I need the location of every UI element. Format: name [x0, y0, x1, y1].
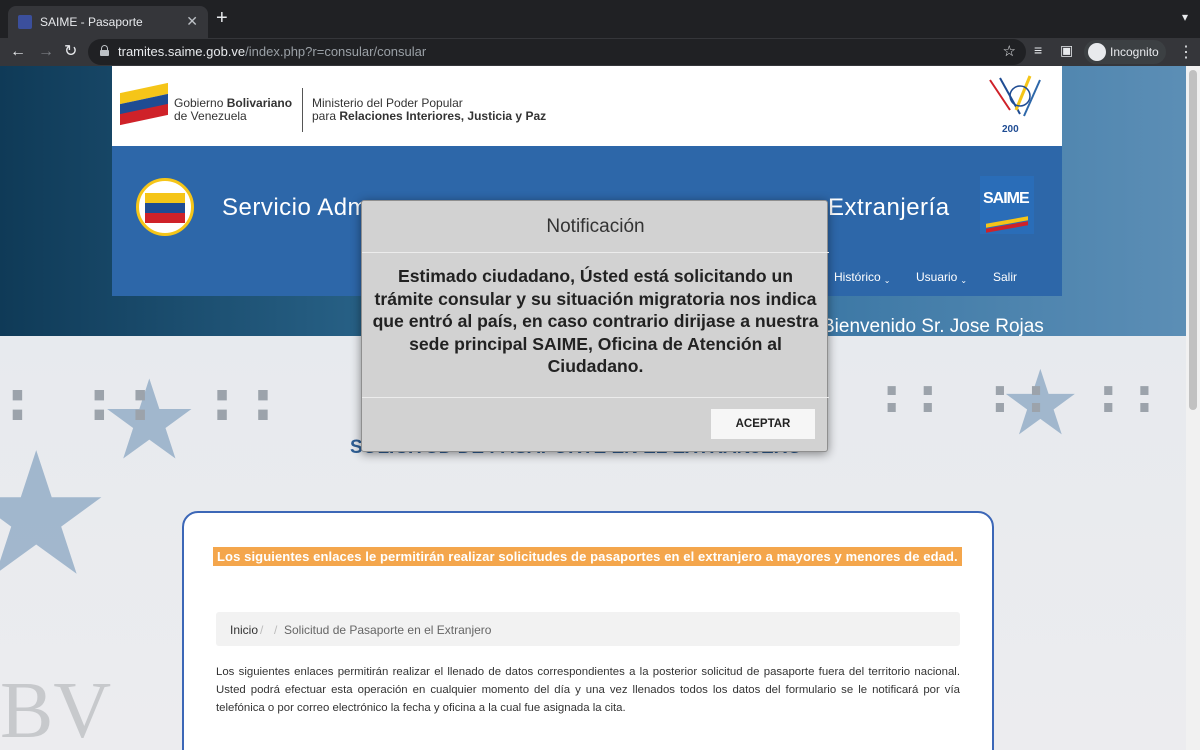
incognito-badge[interactable]: Incognito	[1084, 40, 1166, 64]
modal-divider	[362, 397, 829, 398]
ministry-name: Ministerio del Poder Popular	[312, 96, 463, 110]
saime-favicon-icon	[18, 15, 32, 29]
government-name: Gobierno Bolivariano	[174, 96, 293, 110]
chevron-down-icon: ⌄	[883, 276, 891, 285]
address-bar[interactable]: tramites.saime.gob.ve/index.php?r=consul…	[88, 39, 1026, 65]
bicentenario-years: 200	[1002, 124, 1019, 135]
browser-tab[interactable]: SAIME - Pasaporte ✕	[8, 6, 208, 38]
menu-item-salir[interactable]: Salir	[993, 270, 1017, 284]
breadcrumb-home-link[interactable]: Inicio	[230, 623, 258, 637]
government-country: de Venezuela	[174, 109, 247, 123]
coat-of-arms-icon	[136, 178, 194, 236]
bookmark-star-icon[interactable]: ☆	[1003, 42, 1016, 60]
background-star-icon: ★	[0, 420, 113, 610]
venezuela-flag-icon	[120, 82, 168, 125]
breadcrumb: Inicio / / Solicitud de Pasaporte en el …	[216, 612, 960, 646]
notification-modal: Notificación Estimado ciudadano, Ústed e…	[361, 200, 829, 452]
lock-icon[interactable]	[100, 45, 109, 56]
menu-item-usuario[interactable]: Usuario ⌄	[916, 270, 967, 285]
chevron-down-icon: ⌄	[960, 276, 968, 285]
browser-menu-icon[interactable]: ⋮	[1178, 42, 1194, 62]
tab-title: SAIME - Pasaporte	[40, 15, 143, 29]
side-panel-icon[interactable]: ▣	[1060, 42, 1073, 59]
modal-message: Estimado ciudadano, Ústed está solicitan…	[372, 266, 819, 377]
service-title-end: Extranjería	[828, 194, 950, 221]
back-arrow-icon[interactable]: ←	[10, 42, 26, 62]
page-viewport: ★ ★ ★ : :: :: :: :: :: :: :: :: BV Gobie…	[0, 66, 1200, 750]
bicentenario-logo: 200	[980, 70, 1060, 142]
info-notice: Los siguientes enlaces le permitirán rea…	[213, 547, 962, 566]
accept-button[interactable]: ACEPTAR	[711, 409, 815, 439]
saime-logo: SAIME	[980, 176, 1034, 234]
content-card: Los siguientes enlaces le permitirán rea…	[182, 511, 994, 750]
header-divider	[302, 88, 303, 132]
modal-title: Notificación	[546, 216, 645, 237]
menu-item-historico[interactable]: Histórico ⌄	[834, 270, 890, 285]
tab-search-chevron-icon[interactable]: ▾	[1182, 10, 1188, 24]
forward-arrow-icon[interactable]: →	[38, 42, 54, 62]
ministry-department: para Relaciones Interiores, Justicia y P…	[312, 109, 547, 123]
service-title: Servicio Adm	[222, 194, 369, 221]
browser-tabbar: SAIME - Pasaporte ✕ + ▾	[0, 0, 1200, 38]
incognito-icon	[1088, 43, 1106, 61]
breadcrumb-separator: /	[274, 623, 278, 637]
government-header: Gobierno Bolivariano de Venezuela Minist…	[112, 66, 1062, 146]
page-scrollbar[interactable]	[1186, 66, 1200, 750]
breadcrumb-current: Solicitud de Pasaporte en el Extranjero	[284, 623, 492, 637]
breadcrumb-separator: /	[260, 623, 264, 637]
reload-icon[interactable]: ↻	[64, 42, 77, 62]
scrollbar-thumb[interactable]	[1189, 70, 1197, 410]
close-tab-icon[interactable]: ✕	[186, 13, 198, 30]
reading-list-icon[interactable]: ≡	[1034, 42, 1042, 58]
welcome-message: Bienvenido Sr. Jose Rojas	[822, 316, 1044, 337]
new-tab-icon[interactable]: +	[216, 8, 228, 28]
browser-toolbar: ← → ↻ tramites.saime.gob.ve/index.php?r=…	[0, 38, 1200, 66]
background-watermark: BV	[0, 667, 112, 750]
url-text: tramites.saime.gob.ve/index.php?r=consul…	[118, 44, 427, 59]
modal-divider	[362, 252, 829, 253]
description-text: Los siguientes enlaces permitirán realiz…	[216, 666, 960, 714]
